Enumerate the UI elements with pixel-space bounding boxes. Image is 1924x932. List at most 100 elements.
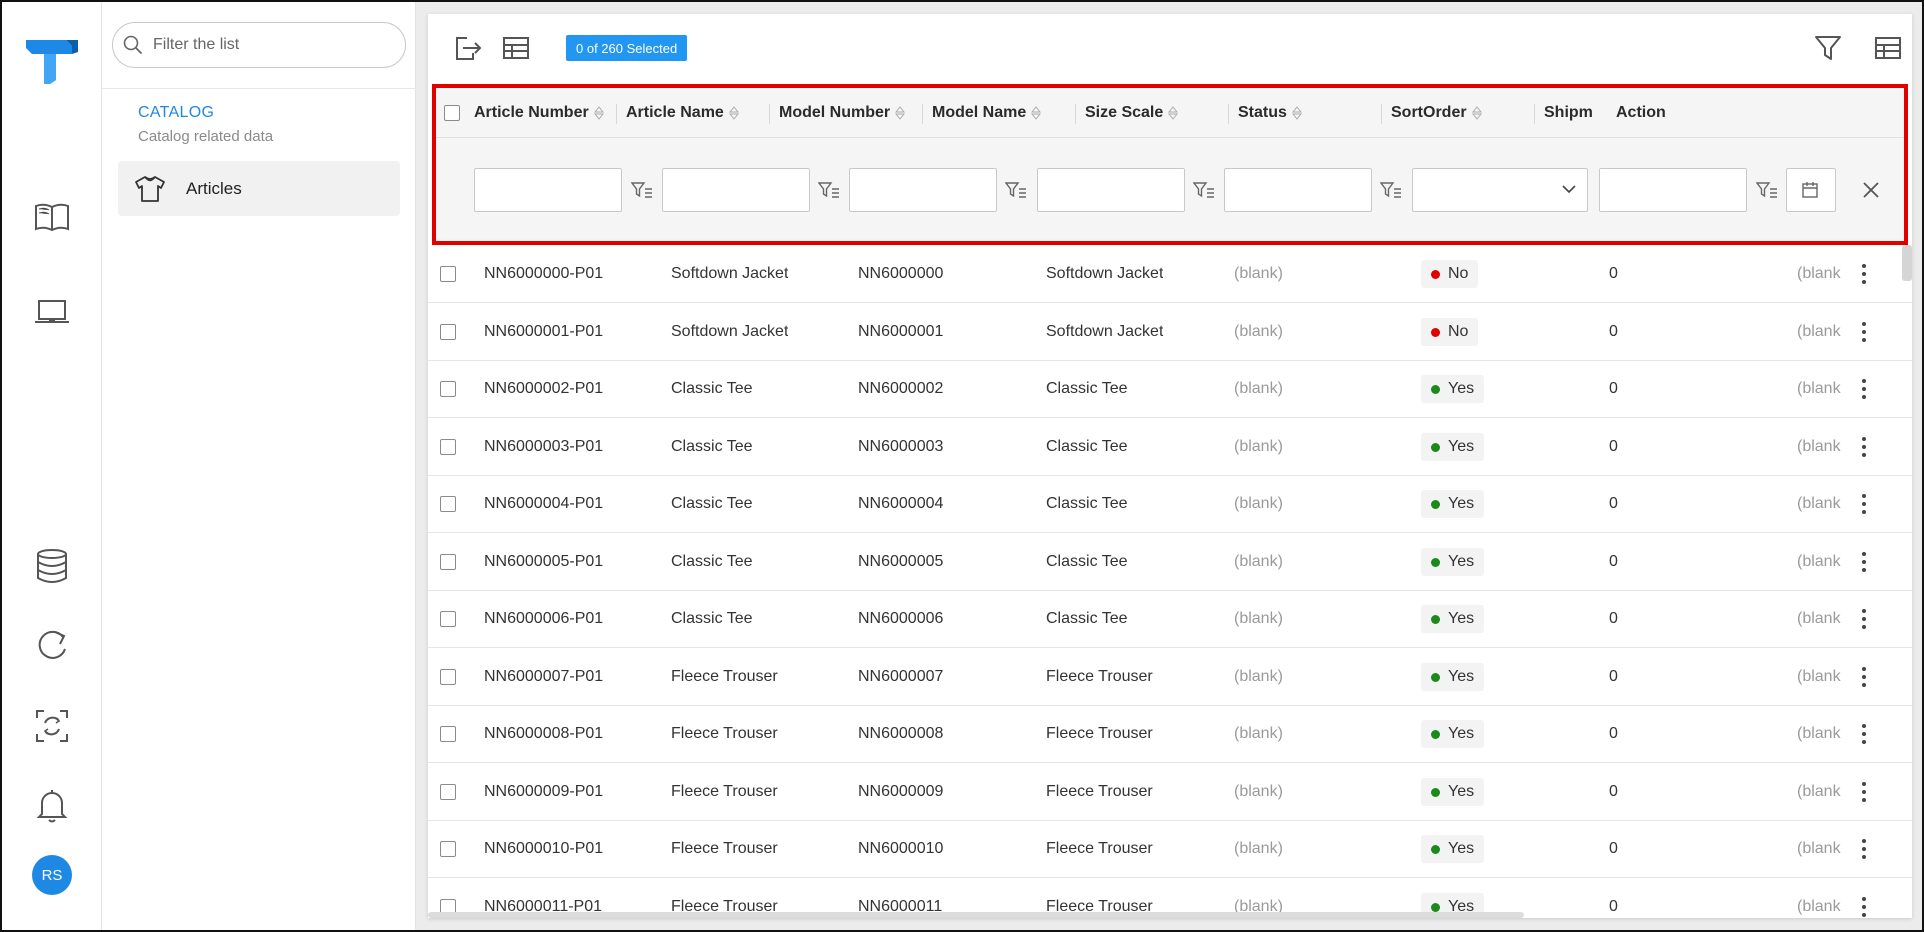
database-icon[interactable]: [32, 546, 72, 586]
row-actions-kebab-icon[interactable]: [1854, 606, 1874, 632]
col-sort-order[interactable]: SortOrder: [1391, 88, 1482, 138]
table-row[interactable]: NN6000000-P01 Softdown Jacket NN6000000 Sof…: [428, 245, 1912, 303]
column-separator[interactable]: [1228, 104, 1229, 124]
cell-model-number: NN6000000: [858, 265, 944, 282]
table-row[interactable]: NN6000002-P01 Classic Tee NN6000002 Classic…: [428, 360, 1912, 418]
user-avatar[interactable]: RS: [32, 855, 72, 895]
row-checkbox[interactable]: [440, 360, 456, 418]
column-separator[interactable]: [769, 104, 770, 124]
column-separator[interactable]: [1534, 104, 1535, 124]
row-actions-kebab-icon[interactable]: [1854, 319, 1874, 345]
table-row[interactable]: NN6000005-P01 Classic Tee NN6000005 Classic…: [428, 533, 1912, 591]
col-model-number[interactable]: Model Number: [779, 88, 906, 138]
cell-article-name: Classic Tee: [671, 438, 753, 455]
row-actions-kebab-icon[interactable]: [1854, 836, 1874, 862]
cell-size-scale: (blank): [1234, 495, 1283, 512]
row-checkbox[interactable]: [440, 648, 456, 706]
clear-filters-icon[interactable]: [1860, 179, 1882, 201]
row-checkbox[interactable]: [440, 533, 456, 591]
row-actions-kebab-icon[interactable]: [1854, 434, 1874, 460]
model-number-filter-input[interactable]: [849, 168, 997, 212]
cell-article-number: NN6000008-P01: [484, 725, 604, 742]
table-row[interactable]: NN6000001-P01 Softdown Jacket NN6000001 Sof…: [428, 303, 1912, 361]
col-article-name[interactable]: Article Name: [626, 88, 739, 138]
columns-icon[interactable]: [1870, 30, 1906, 66]
table-row[interactable]: NN6000006-P01 Classic Tee NN6000006 Classic…: [428, 590, 1912, 648]
row-actions-kebab-icon[interactable]: [1854, 549, 1874, 575]
column-separator[interactable]: [1075, 104, 1076, 124]
model-name-filter-input[interactable]: [1037, 168, 1185, 212]
cell-article-number: NN6000004-P01: [484, 495, 604, 512]
nav-item-articles[interactable]: Articles: [118, 161, 400, 216]
article-number-filter-input[interactable]: [474, 168, 622, 212]
cell-status: Yes: [1421, 820, 1485, 878]
filter-options-icon[interactable]: [1380, 179, 1402, 201]
table-layout-icon[interactable]: [498, 30, 534, 66]
cell-article-number: NN6000003-P01: [484, 438, 604, 455]
select-all-checkbox[interactable]: [444, 88, 460, 138]
column-separator[interactable]: [616, 104, 617, 124]
filter-list-input[interactable]: [153, 25, 405, 65]
table-row[interactable]: NN6000010-P01 Fleece Trouser NN6000010 Flee…: [428, 820, 1912, 878]
table-row[interactable]: NN6000004-P01 Classic Tee NN6000004 Classic…: [428, 475, 1912, 533]
row-actions-kebab-icon[interactable]: [1854, 664, 1874, 690]
cell-status: Yes: [1421, 763, 1485, 821]
status-text: Yes: [1448, 783, 1475, 800]
filter-options-icon[interactable]: [1193, 179, 1215, 201]
bell-icon[interactable]: [32, 786, 72, 826]
row-actions-kebab-icon[interactable]: [1854, 779, 1874, 805]
horizontal-scrollbar[interactable]: [428, 912, 1524, 918]
brand-logo-icon[interactable]: [22, 36, 82, 84]
row-checkbox[interactable]: [440, 705, 456, 763]
row-checkbox[interactable]: [440, 475, 456, 533]
row-actions-kebab-icon[interactable]: [1854, 261, 1874, 287]
col-model-name[interactable]: Model Name: [932, 88, 1042, 138]
col-size-scale[interactable]: Size Scale: [1085, 88, 1179, 138]
status-badge: Yes: [1421, 778, 1485, 806]
filter-icon[interactable]: [1810, 30, 1846, 66]
row-checkbox[interactable]: [440, 418, 456, 476]
row-actions-kebab-icon[interactable]: [1854, 894, 1874, 918]
cell-status: No: [1421, 303, 1479, 361]
col-shipment[interactable]: Shipm: [1544, 88, 1594, 138]
book-icon[interactable]: [32, 197, 72, 237]
cell-article-name: Softdown Jacket: [671, 265, 789, 282]
filter-options-icon[interactable]: [631, 179, 653, 201]
table-row[interactable]: NN6000009-P01 Fleece Trouser NN6000009 Flee…: [428, 763, 1912, 821]
sync-icon[interactable]: [32, 706, 72, 746]
status-text: Yes: [1448, 840, 1475, 857]
table-row[interactable]: NN6000008-P01 Fleece Trouser NN6000008 Flee…: [428, 705, 1912, 763]
sort-icon: [1168, 106, 1179, 120]
article-name-filter-input[interactable]: [662, 168, 810, 212]
refresh-icon[interactable]: [32, 626, 72, 666]
col-status[interactable]: Status: [1238, 88, 1302, 138]
status-filter-select[interactable]: [1412, 168, 1588, 212]
sort-order-filter-input[interactable]: [1599, 168, 1747, 212]
filter-options-icon[interactable]: [1005, 179, 1027, 201]
filter-options-icon[interactable]: [818, 179, 840, 201]
row-actions-kebab-icon[interactable]: [1854, 721, 1874, 747]
table-row[interactable]: NN6000007-P01 Fleece Trouser NN6000007 Flee…: [428, 648, 1912, 706]
table-row[interactable]: NN6000003-P01 Classic Tee NN6000003 Classic…: [428, 418, 1912, 476]
shipment-date-filter-input[interactable]: [1786, 168, 1836, 212]
vertical-scrollbar[interactable]: [1902, 245, 1912, 281]
row-checkbox[interactable]: [440, 245, 456, 303]
col-article-number[interactable]: Article Number: [474, 88, 604, 138]
column-separator[interactable]: [1381, 104, 1382, 124]
laptop-icon[interactable]: [32, 292, 72, 332]
row-actions-kebab-icon[interactable]: [1854, 376, 1874, 402]
size-scale-filter-input[interactable]: [1224, 168, 1372, 212]
row-checkbox[interactable]: [440, 763, 456, 821]
refresh-grid-icon[interactable]: [1918, 30, 1922, 66]
cell-article-number: NN6000000-P01: [484, 265, 604, 282]
status-text: Yes: [1448, 380, 1475, 397]
section-title[interactable]: CATALOG: [138, 104, 214, 122]
row-checkbox[interactable]: [440, 303, 456, 361]
row-checkbox[interactable]: [440, 820, 456, 878]
column-separator[interactable]: [922, 104, 923, 124]
row-actions-kebab-icon[interactable]: [1854, 491, 1874, 517]
cell-article-name: Classic Tee: [671, 380, 753, 397]
export-icon[interactable]: [450, 30, 486, 66]
row-checkbox[interactable]: [440, 590, 456, 648]
filter-options-icon[interactable]: [1756, 179, 1778, 201]
